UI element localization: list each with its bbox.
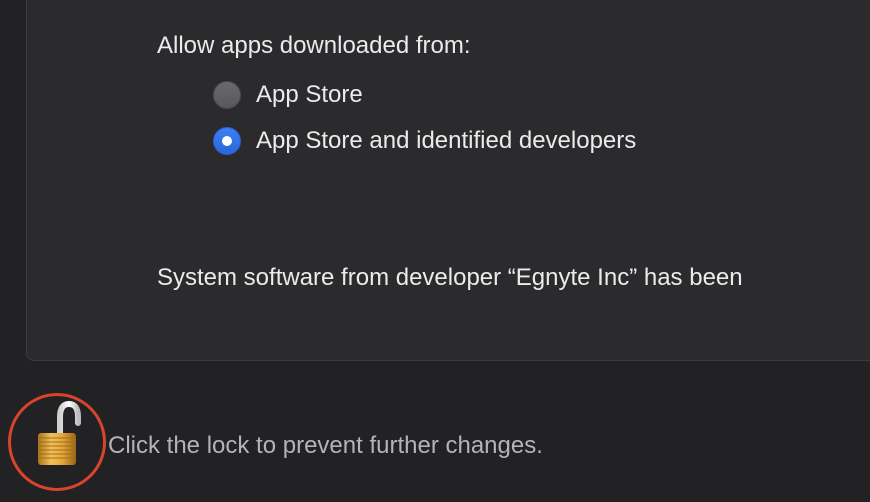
security-preferences-window: Allow apps downloaded from: App Store Ap… bbox=[0, 0, 870, 502]
allow-apps-label: Allow apps downloaded from: bbox=[157, 32, 471, 59]
radio-button-selected[interactable] bbox=[213, 127, 241, 155]
lock-instruction-text: Click the lock to prevent further change… bbox=[108, 432, 543, 459]
radio-selected-dot bbox=[222, 136, 232, 146]
system-software-message: System software from developer “Egnyte I… bbox=[157, 264, 743, 291]
radio-option-identified-developers[interactable]: App Store and identified developers bbox=[213, 126, 636, 156]
radio-label-identified-developers: App Store and identified developers bbox=[256, 127, 637, 154]
radio-label-app-store: App Store bbox=[256, 81, 363, 108]
lock-button[interactable] bbox=[8, 393, 106, 491]
radio-option-app-store[interactable]: App Store bbox=[213, 80, 363, 110]
unlocked-padlock-icon bbox=[38, 400, 81, 465]
radio-button-unselected[interactable] bbox=[213, 81, 241, 109]
